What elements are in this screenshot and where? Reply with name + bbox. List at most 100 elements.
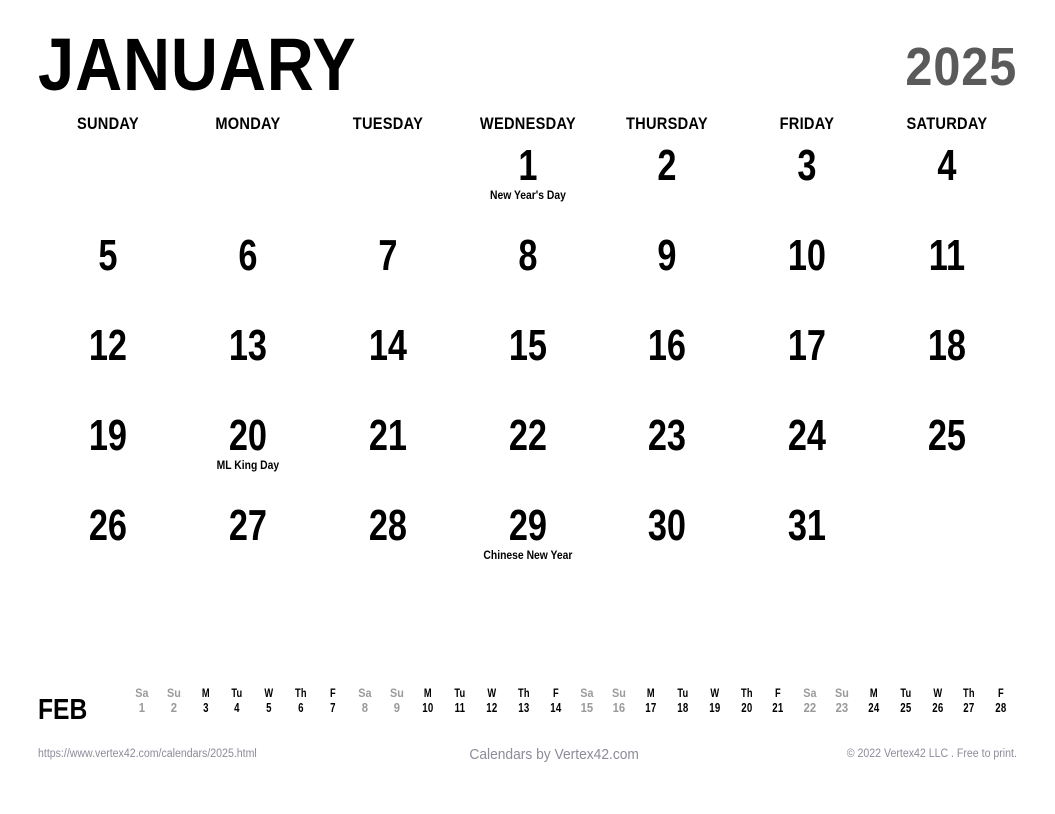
calendar-cell-day-1[interactable]: 1 New Year's Day xyxy=(458,144,598,234)
day-number: 7 xyxy=(378,231,398,280)
calendar-cell-empty xyxy=(178,144,318,234)
next-month-day-16[interactable]: Su 16 xyxy=(603,686,635,717)
next-month-dow: F xyxy=(998,686,1005,700)
next-month-day-3[interactable]: M3 xyxy=(192,686,219,717)
calendar-cell-day-7[interactable]: 7 xyxy=(318,234,458,324)
next-month-dow: Sa xyxy=(358,686,372,700)
next-month-day-8[interactable]: Sa 8 xyxy=(349,686,381,717)
next-month-day-26[interactable]: W 26 xyxy=(924,686,951,717)
calendar-cell-day-18[interactable]: 18 xyxy=(877,324,1017,414)
calendar-cell-day-14[interactable]: 14 xyxy=(318,324,458,414)
calendar-cell-day-5[interactable]: 5 xyxy=(38,234,178,324)
next-month-day-22[interactable]: Sa 22 xyxy=(794,686,826,717)
next-month-day-6[interactable]: Th 6 xyxy=(287,686,314,717)
calendar-cell-day-15[interactable]: 15 xyxy=(458,324,598,414)
next-month-day-19[interactable]: W 19 xyxy=(701,686,728,717)
next-month-dow: Tu xyxy=(454,686,466,700)
next-month-day-11[interactable]: Tu 11 xyxy=(446,686,473,717)
next-month-dow: Tu xyxy=(677,686,689,700)
next-month-dow: Su xyxy=(389,686,404,700)
next-month-day-18[interactable]: Tu 18 xyxy=(669,686,696,717)
next-month-day-number: 12 xyxy=(486,701,498,715)
next-month-day-number: 17 xyxy=(645,701,657,715)
next-month-day-28[interactable]: F 28 xyxy=(987,686,1014,717)
day-event-label: Chinese New Year xyxy=(482,550,572,562)
calendar-cell-day-21[interactable]: 21 xyxy=(318,414,458,504)
next-month-day-number: 26 xyxy=(931,701,944,715)
next-month-day-24[interactable]: M 24 xyxy=(860,686,887,717)
calendar-cell-day-27[interactable]: 27 xyxy=(178,504,318,594)
next-month-day-2[interactable]: Su 2 xyxy=(158,686,190,717)
next-month-day-4[interactable]: Tu 4 xyxy=(224,686,251,717)
calendar-cell-day-28[interactable]: 28 xyxy=(318,504,458,594)
calendar-cell-day-17[interactable]: 17 xyxy=(737,324,877,414)
next-month-day-5[interactable]: W5 xyxy=(256,686,283,717)
calendar-cell-day-29[interactable]: 29 Chinese New Year xyxy=(458,504,598,594)
calendar-cell-day-25[interactable]: 25 xyxy=(877,414,1017,504)
next-month-dow: Sa xyxy=(580,686,595,700)
next-month-dow: Su xyxy=(166,686,181,700)
next-month-dow: Th xyxy=(295,686,307,700)
calendar-cell-day-19[interactable]: 19 xyxy=(38,414,178,504)
next-month-day-number: 7 xyxy=(330,701,336,715)
next-month-dow: M xyxy=(201,686,210,700)
day-number: 31 xyxy=(788,501,827,550)
next-month-day-27[interactable]: Th 27 xyxy=(956,686,983,717)
calendar-cell-day-26[interactable]: 26 xyxy=(38,504,178,594)
next-month-day-12[interactable]: W 12 xyxy=(478,686,505,717)
next-month-dow: M xyxy=(869,686,878,700)
next-month-day-1[interactable]: Sa 1 xyxy=(126,686,158,717)
calendar-cell-day-9[interactable]: 9 xyxy=(597,234,737,324)
next-month-day-17[interactable]: M 17 xyxy=(637,686,664,717)
next-month-day-25[interactable]: Tu 25 xyxy=(892,686,919,717)
next-month-day-number: 27 xyxy=(963,701,975,715)
footer-copyright: © 2022 Vertex42 LLC . Free to print. xyxy=(846,748,1017,760)
calendar-cell-day-20[interactable]: 20 ML King Day xyxy=(178,414,318,504)
day-number: 2 xyxy=(657,141,677,190)
next-month-day-number: 10 xyxy=(422,701,434,715)
next-month-day-number: 20 xyxy=(740,701,753,715)
calendar-cell-empty xyxy=(38,144,178,234)
day-event-label: ML King Day xyxy=(216,460,280,472)
next-month-day-7[interactable]: F7 xyxy=(319,686,346,717)
calendar-cell-day-10[interactable]: 10 xyxy=(737,234,877,324)
calendar-cell-day-31[interactable]: 31 xyxy=(737,504,877,594)
calendar-cell-day-13[interactable]: 13 xyxy=(178,324,318,414)
day-number: 3 xyxy=(797,141,817,190)
next-month-day-9[interactable]: Su 9 xyxy=(381,686,413,717)
next-month-strip: FEB Sa 1 Su 2 M 3 Tu 4 W 5 Th 6 F 7 Sa 8 Su 9 M 10 Tu 11 W 12 Th… xyxy=(38,686,1017,736)
next-month-day-21[interactable]: F 21 xyxy=(765,686,792,717)
weekday-header-monday: MONDAY xyxy=(215,114,281,133)
calendar-cell-day-22[interactable]: 22 xyxy=(458,414,598,504)
next-month-day-15[interactable]: Sa 15 xyxy=(571,686,603,717)
next-month-day-number: 23 xyxy=(835,701,849,715)
next-month-day-10[interactable]: M 10 xyxy=(415,686,442,717)
calendar-cell-day-24[interactable]: 24 xyxy=(737,414,877,504)
next-month-day-20[interactable]: Th 20 xyxy=(733,686,760,717)
calendar-cell-day-12[interactable]: 12 xyxy=(38,324,178,414)
next-month-day-23[interactable]: Su 23 xyxy=(826,686,858,717)
calendar-cell-day-4[interactable]: 4 xyxy=(877,144,1017,234)
calendar-cell-day-23[interactable]: 23 xyxy=(597,414,737,504)
calendar-cell-day-16[interactable]: 16 xyxy=(597,324,737,414)
next-month-dow: M xyxy=(647,686,656,700)
next-month-day-number: 16 xyxy=(612,701,626,715)
calendar-cell-day-3[interactable]: 3 xyxy=(737,144,877,234)
next-month-day-number: 8 xyxy=(361,701,368,715)
next-month-day-number: 2 xyxy=(170,701,177,715)
next-month-dow: Sa xyxy=(803,686,817,700)
calendar-cell-day-2[interactable]: 2 xyxy=(597,144,737,234)
footer-url[interactable]: https://www.vertex42.com/calendars/2025.… xyxy=(38,748,257,760)
calendar-cell-day-11[interactable]: 11 xyxy=(877,234,1017,324)
calendar-cell-day-6[interactable]: 6 xyxy=(178,234,318,324)
footer-branding[interactable]: Calendars by Vertex42.com xyxy=(469,746,639,763)
next-month-day-14[interactable]: F 14 xyxy=(542,686,569,717)
next-month-day-13[interactable]: Th 13 xyxy=(510,686,537,717)
weekday-header-wednesday: WEDNESDAY xyxy=(479,114,576,133)
next-month-dow: Su xyxy=(835,686,849,700)
calendar-cell-day-8[interactable]: 8 xyxy=(458,234,598,324)
next-month-day-number: 11 xyxy=(454,701,466,715)
weekday-header-thursday: THURSDAY xyxy=(626,114,709,133)
calendar-cell-day-30[interactable]: 30 xyxy=(597,504,737,594)
day-number: 4 xyxy=(937,141,957,190)
